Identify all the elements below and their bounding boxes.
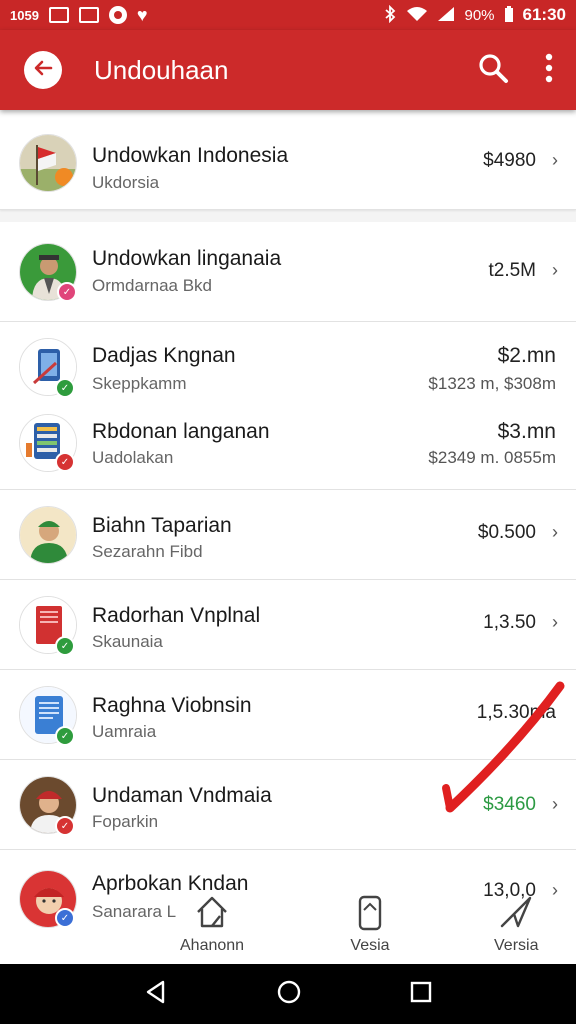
item-subtitle: Sezarahn Fibd: [92, 542, 203, 561]
system-recents-icon[interactable]: [409, 980, 433, 1009]
list-item[interactable]: ✓ Dadjas Kngnan Skeppkamm $2.mn $1323 m,…: [0, 322, 576, 406]
item-title: Raghna Viobnsin: [92, 694, 252, 717]
chevron-right-icon: ›: [552, 794, 558, 814]
chevron-right-icon: ›: [552, 150, 558, 170]
more-vert-icon: [544, 53, 554, 88]
bottom-nav: Ahanonn Vesia Versia: [0, 880, 576, 964]
person-avatar: [19, 506, 77, 564]
status-time-left: 1059: [10, 7, 39, 23]
item-amount: $4980: [483, 150, 536, 171]
overflow-menu-button[interactable]: [544, 53, 554, 88]
check-badge-icon: ✓: [55, 726, 75, 746]
item-amount: $2.mn: [497, 344, 556, 367]
check-badge-icon: ✓: [55, 452, 75, 472]
heart-icon: ♥: [136, 5, 148, 25]
item-title: Undaman Vndmaia: [92, 784, 272, 807]
item-subtitle: Uadolakan: [92, 448, 174, 467]
chevron-right-icon: ›: [552, 260, 558, 280]
list-item[interactable]: ✓ Undaman Vndmaia Foparkin $3460 ›: [0, 760, 576, 850]
status-bar: 1059 ♥ 90% 61:30: [0, 0, 576, 30]
account-list: Undowkan Indonesia Ukdorsia $4980 › ✓ Un…: [0, 110, 576, 970]
item-title: Dadjas Kngnan: [92, 344, 236, 367]
back-arrow-icon: [31, 56, 55, 85]
nav-item-home[interactable]: Ahanonn: [180, 892, 244, 955]
item-title: Undowkan Indonesia: [92, 144, 289, 167]
item-subtitle: Uamraia: [92, 722, 157, 741]
item-subtitle: Skaunaia: [92, 632, 163, 651]
check-badge-icon: ✓: [57, 282, 77, 302]
item-amount: $0.500: [477, 522, 536, 543]
nav-label: Ahanonn: [180, 937, 245, 954]
nav-label: Vesia: [350, 937, 390, 954]
item-title: Undowkan linganaia: [92, 247, 282, 270]
list-item[interactable]: Biahn Taparian Sezarahn Fibd $0.500 ›: [0, 490, 576, 580]
signal-icon: [437, 6, 455, 25]
search-icon: [476, 51, 510, 90]
system-navigation-bar: [0, 964, 576, 1024]
back-button[interactable]: [24, 51, 62, 89]
item-secondary-amount: $2349 m. 0855m: [428, 448, 556, 467]
page-title: Undouhaan: [94, 54, 229, 85]
list-item[interactable]: ✓ Radorhan Vnplnal Skaunaia 1,3.50 ›: [0, 580, 576, 670]
list-item[interactable]: Undowkan Indonesia Ukdorsia $4980 ›: [0, 110, 576, 210]
item-title: Rbdonan langanan: [92, 420, 270, 443]
item-secondary-amount: $1323 m, $308m: [428, 374, 556, 393]
nav-item-vesia[interactable]: Vesia: [350, 892, 390, 955]
wifi-icon: [406, 6, 428, 25]
search-button[interactable]: [476, 51, 510, 90]
item-subtitle: Foparkin: [92, 812, 159, 831]
list-item[interactable]: ✓ Rbdonan langanan Uadolakan $3.mn $2349…: [0, 406, 576, 490]
item-amount: 1,5.30ma: [476, 702, 556, 723]
battery-percent: 90%: [464, 6, 495, 24]
system-home-icon[interactable]: [276, 979, 302, 1010]
item-amount: t2.5M: [488, 260, 536, 281]
item-subtitle: Ukdorsia: [92, 173, 160, 192]
item-title: Biahn Taparian: [92, 514, 232, 537]
item-amount: 1,3.50: [483, 612, 536, 633]
item-title: Radorhan Vnplnal: [92, 604, 261, 627]
nav-item-versia[interactable]: Versia: [494, 892, 538, 955]
battery-icon: [504, 5, 514, 26]
home-icon: [192, 892, 232, 937]
item-subtitle: Skeppkamm: [92, 374, 187, 393]
check-badge-icon: ✓: [55, 636, 75, 656]
list-item[interactable]: ✓ Undowkan linganaia Ormdarnaa Bkd t2.5M…: [0, 222, 576, 322]
item-amount: $3460: [483, 794, 536, 815]
notification-icon: [48, 7, 69, 23]
flag-avatar: [19, 134, 77, 192]
record-icon: [108, 6, 127, 24]
phone-icon: [350, 892, 390, 937]
image-notification-icon: [78, 7, 99, 23]
chevron-right-icon: ›: [552, 522, 558, 542]
bluetooth-icon: [383, 4, 397, 26]
check-badge-icon: ✓: [55, 378, 75, 398]
app-bar: Undouhaan: [0, 30, 576, 110]
check-badge-icon: ✓: [55, 816, 75, 836]
list-item[interactable]: ✓ Raghna Viobnsin Uamraia 1,5.30ma: [0, 670, 576, 760]
item-subtitle: Ormdarnaa Bkd: [92, 276, 212, 295]
system-back-icon[interactable]: [143, 979, 169, 1010]
status-clock: 61:30: [522, 5, 566, 24]
send-icon: [496, 892, 536, 937]
nav-label: Versia: [494, 937, 539, 954]
chevron-right-icon: ›: [552, 612, 558, 632]
item-amount: $3.mn: [497, 420, 556, 443]
